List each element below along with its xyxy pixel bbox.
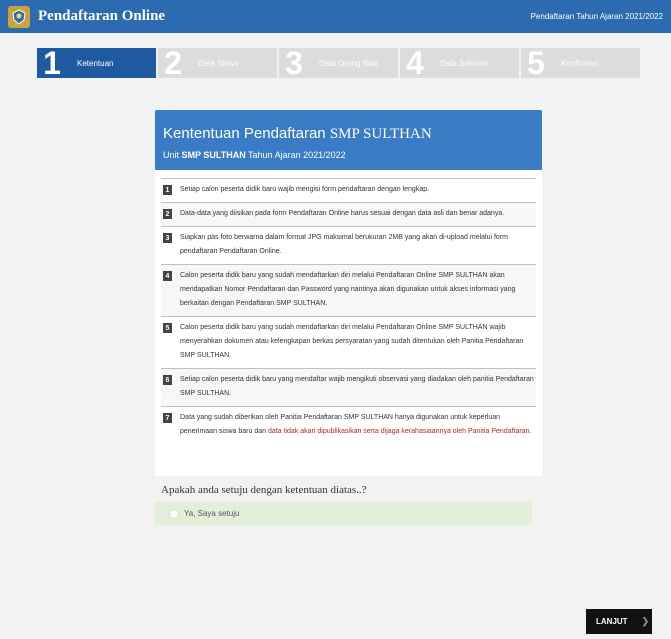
rule-item: 2 Data-data yang diisikan pada form Pend… — [161, 202, 536, 226]
rule-text-warning: data tidak akan dipublikasikan serta dij… — [267, 428, 532, 435]
rules-list: 1 Setiap calon peserta didik baru wajib … — [155, 170, 542, 444]
rule-number: 2 — [163, 209, 172, 219]
rule-number: 6 — [163, 375, 172, 385]
step-ketentuan[interactable]: 1 Ketentuan — [37, 47, 156, 79]
rule-number: 4 — [163, 271, 172, 281]
rule-text: Siapkan pas foto berwarna dalam format J… — [180, 234, 508, 255]
agreement-question: Apakah anda setuju dengan ketentuan diat… — [161, 484, 367, 496]
step-data-orang-wali[interactable]: 3 Data Orang Wali — [279, 45, 398, 81]
rule-text: Calon peserta didik baru yang sudah mend… — [180, 272, 516, 307]
subtitle-year: Tahun Ajaran 2021/2022 — [248, 150, 346, 160]
step-label: Data Orang Wali — [319, 58, 378, 68]
rule-item: 6 Setiap calon peserta didik baru yang m… — [161, 368, 536, 406]
rule-item: 4 Calon peserta didik baru yang sudah me… — [161, 264, 536, 316]
app-title: Pendaftaran Online — [38, 8, 166, 24]
step-number: 2 — [164, 45, 182, 81]
terms-subtitle: Unit SMP SULTHAN Tahun Ajaran 2021/2022 — [163, 150, 534, 160]
rule-number: 1 — [163, 185, 172, 195]
next-button-label: LANJUT — [596, 617, 628, 626]
subtitle-prefix: Unit — [163, 150, 180, 160]
terms-card: Kententuan Pendaftaran SMP SULTHAN Unit … — [155, 110, 542, 476]
rule-item: 3 Siapkan pas foto berwarna dalam format… — [161, 226, 536, 264]
rule-item: 1 Setiap calon peserta didik baru wajib … — [161, 178, 536, 202]
agree-label: Ya, Saya setuju — [184, 509, 240, 518]
rule-text: Setiap calon peserta didik baru wajib me… — [180, 186, 430, 193]
step-number: 5 — [527, 45, 545, 81]
subtitle-school: SMP SULTHAN — [181, 150, 246, 160]
rule-number: 7 — [163, 413, 172, 423]
step-konfirmasi[interactable]: 5 Konfirmasi — [521, 45, 640, 81]
top-navbar: Pendaftaran Online Pendaftaran Tahun Aja… — [0, 0, 671, 33]
rule-item: 5 Calon peserta didik baru yang sudah me… — [161, 316, 536, 368]
step-wizard: 1 Ketentuan 2 Data Siswa 3 Data Orang Wa… — [37, 45, 640, 81]
terms-title: Kententuan Pendaftaran SMP SULTHAN — [163, 125, 534, 143]
step-data-siswa[interactable]: 2 Data Siswa — [158, 45, 277, 81]
agree-option[interactable]: Ya, Saya setuju — [155, 502, 532, 525]
rule-text: Data-data yang diisikan pada form Pendaf… — [180, 210, 505, 217]
rule-number: 5 — [163, 323, 172, 333]
terms-title-prefix: Kententuan Pendaftaran — [163, 125, 326, 142]
rule-text: Setiap calon peserta didik baru yang men… — [180, 376, 534, 397]
step-number: 3 — [285, 45, 303, 81]
rule-number: 3 — [163, 233, 172, 243]
step-label: Ketentuan — [77, 58, 114, 68]
school-crest-icon — [8, 5, 30, 28]
step-number: 4 — [406, 45, 424, 81]
rule-text: Calon peserta didik baru yang sudah mend… — [180, 324, 524, 359]
step-label: Data Siswa — [198, 58, 239, 68]
terms-title-school: SMP SULTHAN — [329, 126, 432, 142]
rule-item: 7 Data yang sudah diberikan oleh Panitia… — [161, 406, 536, 444]
rule-text: Data yang sudah diberikan oleh Panitia P… — [180, 411, 534, 439]
step-number: 1 — [37, 47, 67, 79]
step-label: Data Sekolah — [440, 58, 489, 68]
step-data-sekolah[interactable]: 4 Data Sekolah — [400, 45, 519, 81]
agree-radio[interactable] — [169, 508, 179, 519]
terms-card-header: Kententuan Pendaftaran SMP SULTHAN Unit … — [155, 110, 542, 170]
chevron-right-icon: ❯ — [641, 616, 650, 626]
academic-year-label: Pendaftaran Tahun Ajaran 2021/2022 — [530, 12, 663, 21]
step-label: Konfirmasi — [561, 58, 599, 68]
next-button[interactable]: LANJUT ❯ — [586, 609, 652, 634]
